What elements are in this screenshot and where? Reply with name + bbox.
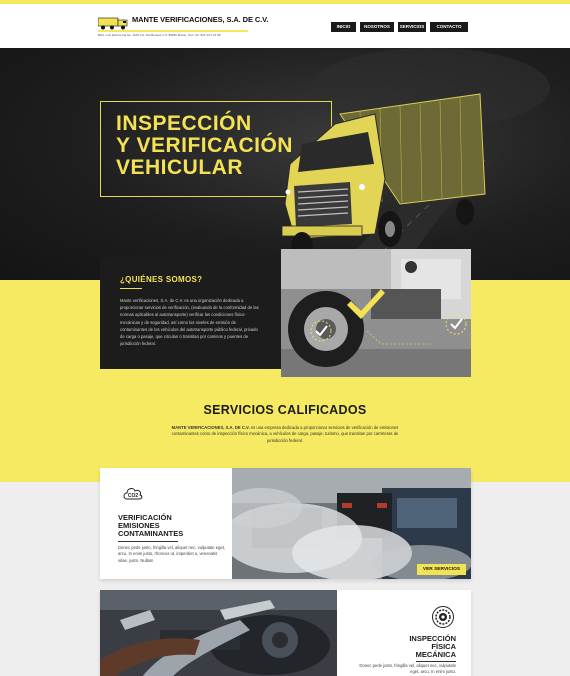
hero-title-line-2: Y VERIFICACIÓN (116, 134, 293, 157)
about-text: Mante verificaciones, S.A. de C.V. es un… (120, 298, 259, 347)
logo-address: Blvd. Luis Echeverria No. 1105 Col. Del … (98, 33, 221, 37)
co2-icon-text: CO2 (128, 493, 139, 499)
service-card-fisica-divider (416, 661, 456, 662)
semi-truck-illustration (281, 93, 486, 262)
service-card-emisiones-text: Donec pede justo, fringilla vel, aliquet… (118, 545, 226, 563)
inspection-photo (281, 249, 471, 377)
nav-contacto[interactable]: CONTACTO (430, 22, 468, 32)
hero-title: INSPECCIÓN Y VERIFICACIÓN VEHICULAR (116, 113, 293, 179)
exhaust-traffic-photo (232, 468, 471, 579)
services-lead-company: MANTE VERIFICACIONES, S.A. DE C.V. (171, 425, 250, 430)
service-card-fisica: INSPECCIÓN FÍSICA MECÁNICA Donec pede ju… (100, 590, 471, 676)
service-card-emisiones-info: CO2 VERIFICACIÓN EMISIONES CONTAMINANTES… (100, 468, 232, 579)
nav-inicio[interactable]: INICIO (331, 22, 356, 32)
ver-servicios-button[interactable]: VER SERVICIOS (417, 564, 466, 575)
service-card-fisica-title: INSPECCIÓN FÍSICA MECÁNICA (409, 635, 456, 659)
service-card-emisiones-divider (118, 541, 178, 542)
truck-wheel-image (281, 249, 471, 377)
site-header: MANTE VERIFICACIONES, S.A. DE C.V. Blvd.… (0, 4, 570, 48)
fisica-title-line-3: MECÁNICA (415, 650, 456, 659)
logo-name: MANTE VERIFICACIONES, S.A. DE C.V. (132, 15, 269, 24)
logo-underline (98, 30, 248, 32)
site-logo[interactable]: MANTE VERIFICACIONES, S.A. DE C.V. Blvd.… (98, 14, 268, 38)
service-card-emisiones-title: VERIFICACIÓN EMISIONES CONTAMINANTES (118, 514, 232, 538)
truck-logo-icon (98, 17, 128, 30)
engine-repair-image (100, 590, 337, 676)
service-card-fisica-info: INSPECCIÓN FÍSICA MECÁNICA Donec pede ju… (337, 590, 471, 676)
hero-title-line-3: VEHICULAR (116, 156, 244, 179)
gear-inspection-icon (432, 606, 454, 628)
about-card: ¿QUIÉNES SOMOS? Mante verificaciones, S.… (100, 257, 282, 369)
nav-nosotros[interactable]: NOSOTROS (360, 22, 394, 32)
about-title: ¿QUIÉNES SOMOS? (120, 275, 203, 284)
co2-cloud-icon: CO2 (123, 488, 143, 500)
emisiones-title-line-3: CONTAMINANTES (118, 529, 184, 538)
services-title: SERVICIOS CALIFICADOS (203, 403, 367, 417)
traffic-smoke-image (232, 468, 471, 579)
mechanic-photo (100, 590, 337, 676)
nav-servicios[interactable]: SERVICIOS (398, 22, 426, 32)
hero-banner: INSPECCIÓN Y VERIFICACIÓN VEHICULAR (0, 48, 570, 280)
service-card-emisiones: CO2 VERIFICACIÓN EMISIONES CONTAMINANTES… (100, 468, 471, 579)
about-divider (120, 288, 142, 289)
main-nav: INICIO NOSOTROS SERVICIOS CONTACTO (331, 22, 468, 32)
services-lead: MANTE VERIFICACIONES, S.A. DE C.V. es un… (170, 425, 400, 444)
service-card-fisica-text: Donec pede justo, fringilla vel, aliquet… (359, 663, 456, 675)
hero-title-line-1: INSPECCIÓN (116, 112, 252, 135)
